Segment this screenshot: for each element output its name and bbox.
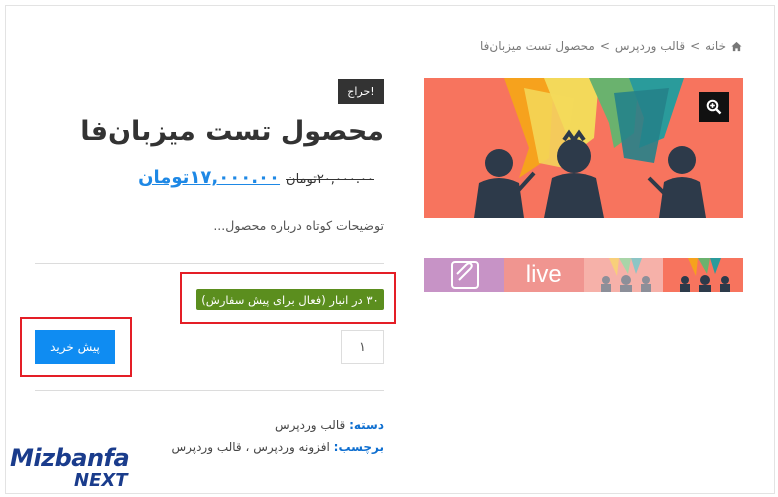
breadcrumb-category-link[interactable]: قالب وردپرس [615, 39, 685, 53]
gallery-thumbnails: live [424, 258, 743, 292]
zoom-button[interactable] [699, 92, 729, 122]
divider [35, 390, 384, 391]
tag-separator: ، [245, 440, 250, 454]
sale-price: ۱۷,۰۰۰.۰۰تومان [138, 167, 281, 188]
category-label: دسته: [349, 418, 384, 432]
tag-link[interactable]: قالب وردپرس [171, 440, 241, 454]
old-price: ۲۰,۰۰۰.۰۰تومان [286, 172, 374, 187]
logo-line2: NEXT [74, 470, 128, 491]
quantity-input[interactable] [341, 330, 384, 364]
gallery-thumbnail[interactable]: live [503, 258, 584, 292]
product-main-image[interactable] [424, 78, 743, 218]
people-thumbnail-image [663, 258, 743, 292]
product-price: ۲۰,۰۰۰.۰۰تومان ۱۷,۰۰۰.۰۰تومان [138, 167, 374, 188]
short-description: توضیحات کوتاه درباره محصول... [213, 218, 384, 233]
gallery-thumbnail[interactable] [424, 258, 504, 292]
divider [35, 263, 384, 264]
breadcrumb-separator: > [690, 39, 701, 53]
zoom-icon [706, 99, 722, 115]
stock-status-badge: ۳۰ در انبار (فعال برای پیش سفارش) [196, 289, 384, 310]
people-talking-illustration [424, 78, 743, 218]
paperclip-thumbnail-image [424, 258, 504, 292]
category-link[interactable]: قالب وردپرس [275, 418, 345, 432]
sale-badge: حراج! [338, 79, 384, 104]
breadcrumb-home-link[interactable]: خانه [705, 39, 726, 53]
preorder-button[interactable]: پیش خرید [35, 330, 115, 364]
home-icon [731, 41, 742, 51]
gallery-thumbnail[interactable] [583, 258, 664, 292]
gallery-thumbnail[interactable] [663, 258, 743, 292]
tags-label: برچسب: [333, 440, 384, 454]
tag-link[interactable]: افزونه وردپرس [253, 440, 330, 454]
breadcrumb-current: محصول تست میزبان‌فا [479, 39, 595, 53]
breadcrumb: خانه > قالب وردپرس > محصول تست میزبان‌فا [480, 39, 742, 53]
product-title: محصول تست میزبان‌فا [80, 116, 384, 147]
logo-line1: Mizbanfa [10, 444, 130, 472]
mizbanfa-logo: Mizbanfa NEXT [10, 444, 145, 492]
faded-people-thumbnail-image [583, 258, 664, 292]
product-tags: برچسب: افزونه وردپرس ، قالب وردپرس [171, 440, 384, 454]
live-thumbnail-text: live [525, 261, 562, 288]
breadcrumb-separator: > [599, 39, 610, 53]
product-category: دسته: قالب وردپرس [275, 418, 384, 432]
